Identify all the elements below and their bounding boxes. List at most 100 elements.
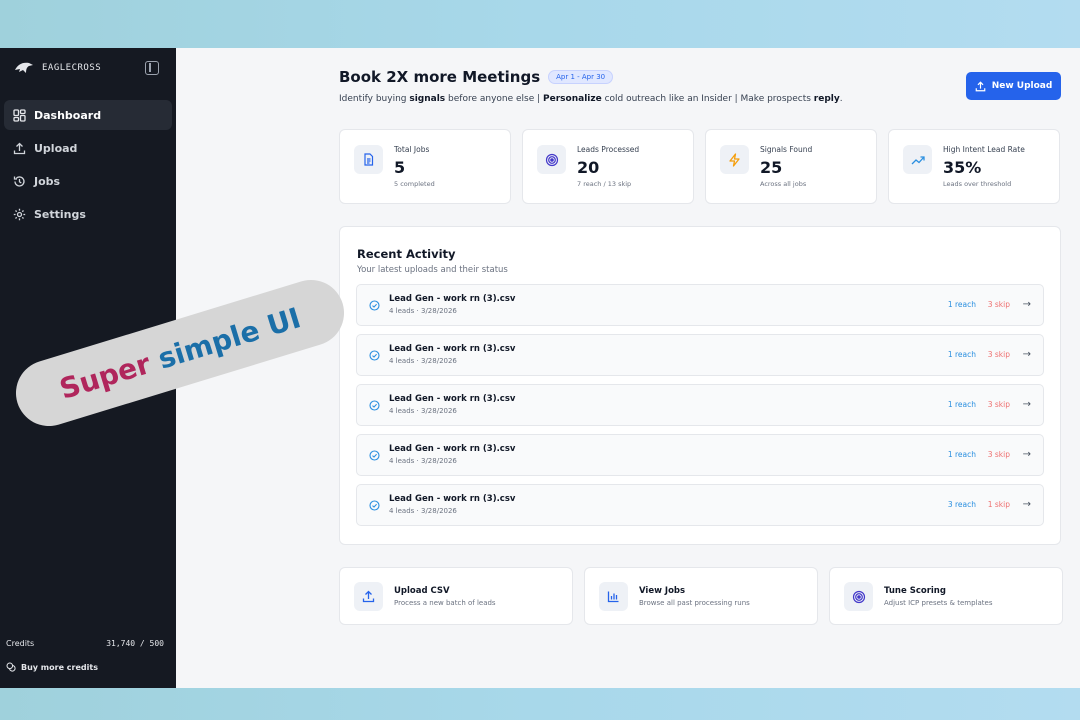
quick-action-title: Tune Scoring <box>884 586 946 596</box>
stat-label: Total Jobs <box>394 145 430 154</box>
brand-name: EAGLECROSS <box>42 63 102 73</box>
recent-activity-title: Recent Activity <box>357 247 456 261</box>
subtitle-emphasis: Personalize <box>543 94 602 104</box>
activity-row[interactable]: Lead Gen - work rn (3).csv 4 leads · 3/2… <box>356 434 1044 476</box>
stat-value: 25 <box>760 158 783 177</box>
file-meta: 4 leads · 3/28/2026 <box>389 457 457 465</box>
quick-action-upload-csv[interactable]: Upload CSV Process a new batch of leads <box>339 567 573 625</box>
arrow-right-icon[interactable]: → <box>1023 299 1031 310</box>
buy-credits-link[interactable]: Buy more credits <box>6 662 98 672</box>
arrow-right-icon[interactable]: → <box>1023 499 1031 510</box>
stat-subtext: Across all jobs <box>760 180 807 188</box>
subtitle-emphasis: signals <box>409 94 446 104</box>
stat-card-leads-processed: Leads Processed 20 7 reach / 13 skip <box>522 129 694 204</box>
activity-row[interactable]: Lead Gen - work rn (3).csv 4 leads · 3/2… <box>356 334 1044 376</box>
sidebar-item-upload[interactable]: Upload <box>4 133 172 163</box>
sidebar-item-label: Settings <box>34 207 86 221</box>
activity-row[interactable]: Lead Gen - work rn (3).csv 4 leads · 3/2… <box>356 484 1044 526</box>
page-title-row: Book 2X more Meetings Apr 1 - Apr 30 <box>339 68 614 86</box>
sidebar-item-label: Dashboard <box>34 108 102 122</box>
document-icon <box>354 145 383 174</box>
skip-count: 3 skip <box>987 300 1010 309</box>
quick-action-tune-scoring[interactable]: Tune Scoring Adjust ICP presets & templa… <box>829 567 1063 625</box>
reach-count: 1 reach <box>947 400 976 409</box>
sidebar-item-label: Jobs <box>34 174 61 188</box>
file-meta: 4 leads · 3/28/2026 <box>389 407 457 415</box>
sidebar-item-label: Upload <box>34 141 78 155</box>
stat-subtext: Leads over threshold <box>943 180 1012 188</box>
stat-label: Signals Found <box>760 145 813 154</box>
recent-activity-subtitle: Your latest uploads and their status <box>357 265 508 275</box>
subtitle-text: cold outreach like an Insider | Make pro… <box>601 94 814 104</box>
lightning-icon <box>720 145 749 174</box>
check-circle-icon <box>369 350 380 361</box>
quick-actions: Upload CSV Process a new batch of leads … <box>339 567 1063 625</box>
arrow-right-icon[interactable]: → <box>1023 349 1031 360</box>
check-circle-icon <box>369 400 380 411</box>
dashboard-icon <box>12 108 26 122</box>
target-icon <box>844 582 873 611</box>
stat-card-high-intent-rate: High Intent Lead Rate 35% Leads over thr… <box>888 129 1060 204</box>
quick-action-title: View Jobs <box>639 586 686 596</box>
collapse-sidebar-icon[interactable] <box>145 61 159 75</box>
coins-icon <box>6 662 16 672</box>
date-range-badge[interactable]: Apr 1 - Apr 30 <box>548 70 614 84</box>
trending-up-icon <box>903 145 932 174</box>
activity-list: Lead Gen - work rn (3).csv 4 leads · 3/2… <box>356 284 1044 534</box>
subtitle-text: Identify buying <box>339 94 410 104</box>
quick-action-subtitle: Adjust ICP presets & templates <box>884 599 993 607</box>
activity-row[interactable]: Lead Gen - work rn (3).csv 4 leads · 3/2… <box>356 384 1044 426</box>
overlay-word-1: Super <box>55 346 155 406</box>
stat-card-signals-found: Signals Found 25 Across all jobs <box>705 129 877 204</box>
stat-value: 5 <box>394 158 406 177</box>
subtitle-emphasis: reply <box>813 94 840 104</box>
target-icon <box>537 145 566 174</box>
skip-count: 3 skip <box>987 450 1010 459</box>
upload-icon <box>12 141 26 155</box>
quick-action-title: Upload CSV <box>394 586 450 596</box>
arrow-right-icon[interactable]: → <box>1023 449 1031 460</box>
check-circle-icon <box>369 450 380 461</box>
subtitle-text: before anyone else | <box>445 94 544 104</box>
bar-chart-icon <box>599 582 628 611</box>
stat-subtext: 7 reach / 13 skip <box>577 180 632 188</box>
activity-row[interactable]: Lead Gen - work rn (3).csv 4 leads · 3/2… <box>356 284 1044 326</box>
skip-count: 3 skip <box>987 400 1010 409</box>
stat-label: Leads Processed <box>577 145 640 154</box>
upload-icon <box>975 80 986 91</box>
arrow-right-icon[interactable]: → <box>1023 399 1031 410</box>
page-subtitle: Identify buying signals before anyone el… <box>339 94 843 104</box>
new-upload-button[interactable]: New Upload <box>966 72 1061 100</box>
sidebar-item-dashboard[interactable]: Dashboard <box>4 100 172 130</box>
sidebar-item-settings[interactable]: Settings <box>4 199 172 229</box>
gear-icon <box>12 207 26 221</box>
stat-subtext: 5 completed <box>394 180 435 188</box>
file-name: Lead Gen - work rn (3).csv <box>389 394 516 404</box>
file-name: Lead Gen - work rn (3).csv <box>389 344 516 354</box>
stat-card-total-jobs: Total Jobs 5 5 completed <box>339 129 511 204</box>
file-name: Lead Gen - work rn (3).csv <box>389 494 516 504</box>
sidebar-nav: Dashboard Upload Jobs Settings <box>0 100 176 229</box>
reach-count: 1 reach <box>947 450 976 459</box>
file-name: Lead Gen - work rn (3).csv <box>389 294 516 304</box>
stat-value: 35% <box>943 158 982 177</box>
recent-activity-panel: Recent Activity Your latest uploads and … <box>339 226 1061 545</box>
reach-count: 1 reach <box>947 300 976 309</box>
skip-count: 1 skip <box>987 500 1010 509</box>
reach-count: 3 reach <box>947 500 976 509</box>
check-circle-icon <box>369 300 380 311</box>
subtitle-text: . <box>839 94 843 104</box>
quick-action-view-jobs[interactable]: View Jobs Browse all past processing run… <box>584 567 818 625</box>
new-upload-label: New Upload <box>991 81 1053 91</box>
file-name: Lead Gen - work rn (3).csv <box>389 444 516 454</box>
skip-count: 3 skip <box>987 350 1010 359</box>
credits-label: Credits <box>6 639 35 648</box>
file-meta: 4 leads · 3/28/2026 <box>389 507 457 515</box>
stats-row: Total Jobs 5 5 completed Leads Processed… <box>339 129 1060 204</box>
page-title: Book 2X more Meetings <box>339 68 541 86</box>
sidebar-item-jobs[interactable]: Jobs <box>4 166 172 196</box>
reach-count: 1 reach <box>947 350 976 359</box>
check-circle-icon <box>369 500 380 511</box>
stat-label: High Intent Lead Rate <box>943 145 1025 154</box>
file-meta: 4 leads · 3/28/2026 <box>389 307 457 315</box>
